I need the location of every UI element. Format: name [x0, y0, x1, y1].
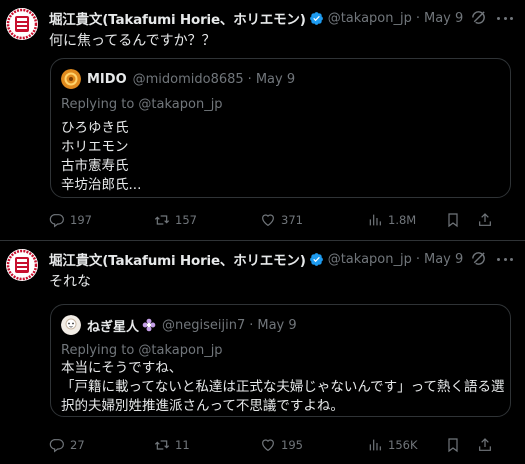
retweet-button[interactable]: 157 [154, 210, 197, 230]
retweet-icon [154, 215, 170, 225]
tweet[interactable]: 堀江貴文(Takafumi Horie、ホリエモン) @takapon_jp ·… [0, 0, 525, 240]
views-icon [369, 439, 381, 451]
quoted-text: ひろゆき氏 ホリエモン 古市憲寿氏 辛坊治郎氏... [61, 119, 141, 195]
quoted-tweet[interactable]: MIDO @midomido8685 · May 9 Replying to @… [50, 58, 511, 198]
quoted-author-handle: @midomido8685 [132, 71, 244, 87]
avatar[interactable] [6, 249, 38, 281]
retweet-button[interactable]: 11 [154, 435, 190, 455]
reply-icon [49, 439, 64, 453]
views-button[interactable]: 1.8M [367, 210, 416, 230]
grok-icon[interactable] [470, 250, 487, 267]
reply-icon [49, 214, 64, 228]
separator-dot: · [415, 10, 420, 26]
quoted-line: 古市憲寿氏 [61, 158, 129, 174]
like-button[interactable]: 371 [260, 210, 303, 230]
author-handle[interactable]: @takapon_jp [328, 252, 412, 267]
grok-icon[interactable] [470, 9, 487, 26]
quoted-avatar [61, 315, 81, 335]
share-icon [479, 213, 491, 226]
author-handle[interactable]: @takapon_jp [328, 11, 412, 26]
retweet-count: 157 [175, 213, 197, 227]
like-count: 371 [281, 213, 303, 227]
quoted-line: 辛坊治郎氏... [61, 177, 142, 193]
views-button[interactable]: 156K [367, 435, 418, 455]
quoted-author-name: MIDO [87, 71, 127, 87]
views-count: 156K [388, 438, 418, 452]
replying-to: Replying to @takapon_jp [61, 97, 223, 112]
views-icon [369, 214, 381, 226]
bookmark-button[interactable] [445, 435, 461, 455]
quoted-author-name: ねぎ星人 [87, 319, 140, 335]
flower-emoji-icon [142, 318, 156, 332]
verified-badge-icon [309, 11, 324, 26]
tweet-date[interactable]: May 9 [424, 252, 463, 267]
more-icon[interactable] [497, 251, 513, 267]
separator-dot: · [415, 251, 420, 267]
tweet-text: 何に焦ってるんですか？？ [49, 33, 216, 49]
reply-button[interactable]: 27 [49, 435, 85, 455]
share-button[interactable] [477, 435, 493, 455]
quoted-text: 本当にそうですね、 「戸籍に載ってないと私達は正式な夫婦じゃないんです」って熱く… [61, 359, 506, 416]
tweet-text: それな [49, 274, 91, 290]
author-name[interactable]: 堀江貴文(Takafumi Horie、ホリエモン) [49, 8, 306, 28]
retweet-icon [154, 440, 170, 450]
quoted-avatar [61, 69, 81, 89]
retweet-count: 11 [175, 438, 190, 452]
avatar[interactable] [6, 8, 38, 40]
tweet-header: 堀江貴文(Takafumi Horie、ホリエモン) @takapon_jp ·… [49, 8, 463, 29]
tweet[interactable]: 堀江貴文(Takafumi Horie、ホリエモン) @takapon_jp ·… [0, 241, 525, 464]
heart-icon [262, 214, 274, 227]
verified-badge-icon [309, 252, 324, 267]
action-bar: 27 11 195 156K [49, 435, 519, 455]
quoted-date: May 9 [255, 71, 296, 87]
views-count: 1.8M [388, 213, 417, 227]
bookmark-icon [448, 213, 458, 228]
bookmark-icon [448, 438, 458, 453]
quoted-tweet[interactable]: ねぎ星人 @negiseijin7 · May 9 Replying to @t… [50, 304, 511, 417]
quoted-line: ホリエモン [61, 139, 129, 155]
like-count: 195 [281, 438, 303, 452]
quoted-author-handle: @negiseijin7 [162, 317, 246, 333]
more-icon[interactable] [497, 10, 513, 26]
heart-icon [262, 439, 274, 452]
reply-button[interactable]: 197 [49, 210, 92, 230]
quoted-line: ひろゆき氏 [61, 120, 129, 136]
like-button[interactable]: 195 [260, 435, 303, 455]
quoted-line: 本当にそうですね、 [61, 360, 183, 376]
reply-count: 197 [70, 213, 92, 227]
separator-dot: · [247, 71, 252, 87]
author-name[interactable]: 堀江貴文(Takafumi Horie、ホリエモン) [49, 249, 306, 269]
bookmark-button[interactable] [445, 210, 461, 230]
share-icon [479, 438, 491, 451]
replying-to: Replying to @takapon_jp [61, 343, 223, 358]
tweet-date[interactable]: May 9 [424, 11, 463, 26]
quoted-line: 「戸籍に載ってないと私達は正式な夫婦じゃないんです」って熱く語る選択的夫婦別姓推… [61, 379, 505, 414]
quoted-date: May 9 [257, 317, 297, 333]
reply-count: 27 [70, 438, 85, 452]
action-bar: 197 157 371 1.8M [49, 210, 519, 230]
quoted-tweet-header: MIDO @midomido8685 · May 9 [61, 69, 295, 89]
tweet-header: 堀江貴文(Takafumi Horie、ホリエモン) @takapon_jp ·… [49, 249, 463, 270]
quoted-tweet-header: ねぎ星人 @negiseijin7 · May 9 [61, 315, 297, 335]
separator-dot: · [249, 317, 254, 333]
share-button[interactable] [477, 210, 493, 230]
